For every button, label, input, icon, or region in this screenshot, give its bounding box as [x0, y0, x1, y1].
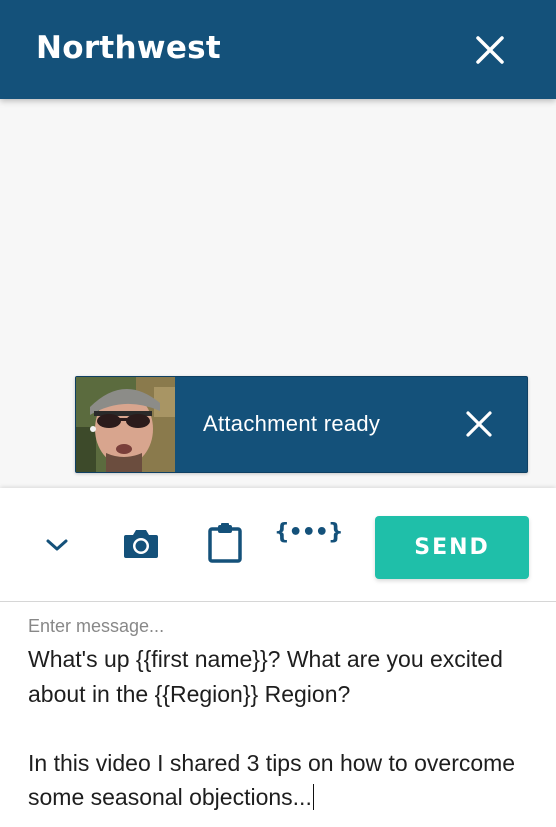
clipboard-icon[interactable] [207, 523, 243, 563]
message-placeholder: Enter message... [28, 616, 165, 636]
attachment-banner: Attachment ready [75, 376, 528, 473]
camera-icon[interactable] [123, 527, 159, 559]
send-button[interactable]: SEND [375, 516, 529, 579]
variables-icon[interactable]: {•••} [274, 520, 344, 550]
app-header: Northwest [0, 0, 556, 99]
message-composer: {•••} SEND Enter message... What's up {{… [0, 488, 556, 827]
chevron-down-icon[interactable] [44, 536, 70, 554]
video-thumbnail[interactable] [76, 377, 175, 472]
close-icon[interactable] [463, 407, 495, 441]
close-icon[interactable] [472, 32, 508, 68]
message-text: What's up {{first name}}? What are you e… [28, 646, 516, 810]
text-cursor [312, 784, 315, 810]
page-title: Northwest [36, 30, 222, 66]
attachment-status: Attachment ready [203, 411, 381, 436]
composer-toolbar: {•••} SEND [0, 488, 556, 602]
message-input[interactable]: Enter message... What's up {{first name}… [0, 602, 556, 827]
